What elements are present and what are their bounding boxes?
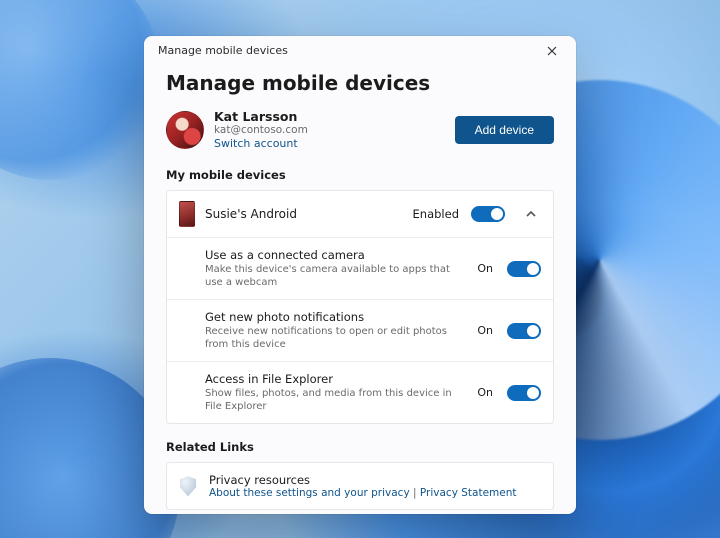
option-title: Get new photo notifications <box>205 310 467 325</box>
file-explorer-toggle[interactable] <box>507 385 541 401</box>
phone-icon <box>179 201 195 227</box>
option-state: On <box>477 262 493 275</box>
option-desc: Receive new notifications to open or edi… <box>205 325 467 351</box>
option-desc: Show files, photos, and media from this … <box>205 387 467 413</box>
add-device-button[interactable]: Add device <box>455 116 554 144</box>
window-title: Manage mobile devices <box>158 44 288 57</box>
option-desc: Make this device's camera available to a… <box>205 263 467 289</box>
option-connected-camera: Use as a connected camera Make this devi… <box>167 237 553 299</box>
window-content: Manage mobile devices Kat Larsson kat@co… <box>144 65 576 514</box>
option-file-explorer: Access in File Explorer Show files, phot… <box>167 361 553 423</box>
shield-icon <box>179 476 197 496</box>
account-text: Kat Larsson kat@contoso.com Switch accou… <box>214 109 308 150</box>
account-row: Kat Larsson kat@contoso.com Switch accou… <box>166 109 554 150</box>
option-title: Access in File Explorer <box>205 372 467 387</box>
avatar <box>166 111 204 149</box>
wallpaper-bloom <box>0 0 160 180</box>
about-settings-privacy-link[interactable]: About these settings and your privacy <box>209 487 410 499</box>
connected-camera-toggle[interactable] <box>507 261 541 277</box>
close-icon <box>547 46 557 56</box>
switch-account-link[interactable]: Switch account <box>214 137 308 150</box>
related-links-label: Related Links <box>166 440 554 454</box>
option-photo-notifications: Get new photo notifications Receive new … <box>167 299 553 361</box>
account-info: Kat Larsson kat@contoso.com Switch accou… <box>166 109 308 150</box>
device-enabled-toggle[interactable] <box>471 206 505 222</box>
account-email: kat@contoso.com <box>214 124 308 137</box>
link-separator: | <box>410 487 420 499</box>
option-state: On <box>477 386 493 399</box>
device-card: Susie's Android Enabled Use as a connect… <box>166 190 554 424</box>
privacy-links: About these settings and your privacy | … <box>209 487 517 499</box>
desktop-wallpaper: Manage mobile devices Manage mobile devi… <box>0 0 720 538</box>
account-name: Kat Larsson <box>214 109 308 124</box>
photo-notifications-toggle[interactable] <box>507 323 541 339</box>
option-state: On <box>477 324 493 337</box>
expand-collapse-button[interactable] <box>521 204 541 224</box>
privacy-resources-title: Privacy resources <box>209 473 517 487</box>
page-title: Manage mobile devices <box>166 71 554 95</box>
related-card: Privacy resources About these settings a… <box>166 462 554 510</box>
close-button[interactable] <box>538 37 566 65</box>
privacy-resources-row: Privacy resources About these settings a… <box>167 463 553 509</box>
manage-mobile-devices-window: Manage mobile devices Manage mobile devi… <box>144 36 576 514</box>
option-title: Use as a connected camera <box>205 248 467 263</box>
device-header-row[interactable]: Susie's Android Enabled <box>167 191 553 237</box>
device-name: Susie's Android <box>205 207 403 221</box>
titlebar[interactable]: Manage mobile devices <box>144 36 576 65</box>
my-devices-label: My mobile devices <box>166 168 554 182</box>
device-status: Enabled <box>413 207 459 221</box>
chevron-up-icon <box>526 209 536 219</box>
privacy-statement-link[interactable]: Privacy Statement <box>420 487 517 499</box>
